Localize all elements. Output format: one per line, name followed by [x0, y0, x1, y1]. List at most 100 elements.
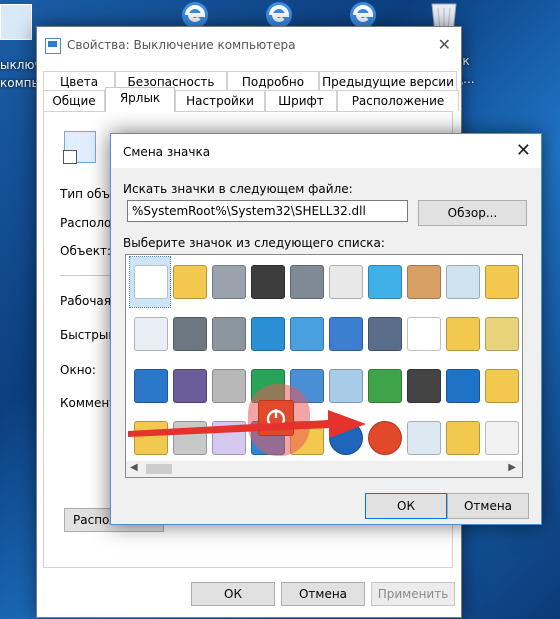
shortcut-arrow-icon: [407, 317, 441, 351]
close-icon[interactable]: ✕: [516, 140, 531, 161]
dialog-titlebar[interactable]: Смена значка ✕: [111, 134, 541, 168]
icon-option-network-drive[interactable]: [208, 309, 248, 359]
scroll-right-icon[interactable]: ▶: [508, 462, 516, 473]
icon-option-power-red[interactable]: [364, 413, 404, 463]
recycle-bin-icon: [407, 421, 441, 455]
icon-option-printer-folder[interactable]: [481, 309, 521, 359]
document-lines-icon: [485, 421, 519, 455]
speaker-shortcut-icon: [407, 369, 441, 403]
properties-ok-button[interactable]: ОК: [191, 582, 275, 606]
browse-button[interactable]: Обзор...: [418, 200, 527, 226]
field-shortcut-key: Быстрый: [60, 328, 117, 342]
icon-option-globe[interactable]: [247, 309, 287, 359]
icon-option-printer[interactable]: [286, 257, 326, 307]
icon-option-drive[interactable]: [208, 257, 248, 307]
scroll-thumb[interactable]: [146, 464, 172, 474]
text-document-icon: [134, 317, 168, 351]
network-drive-icon: [212, 317, 246, 351]
properties-cancel-button[interactable]: Отмена: [281, 582, 365, 606]
tab-font[interactable]: Шрифт: [265, 90, 337, 111]
icon-option-hand[interactable]: [403, 257, 443, 307]
icon-option-folder-shared[interactable]: [442, 309, 482, 359]
folder-doc-icon: [485, 265, 519, 299]
icon-option-recycle-bin[interactable]: [403, 413, 443, 463]
field-comment: Коммент: [60, 396, 117, 410]
blank-document-icon: [134, 265, 168, 299]
printer-icon: [290, 265, 324, 299]
dialog-cancel-button[interactable]: Отмена: [447, 493, 529, 519]
desktop-left-shortcut[interactable]: ыключ компь: [0, 0, 42, 619]
printer-folder-icon: [485, 317, 519, 351]
icon-option-clock-document[interactable]: [325, 257, 365, 307]
clock-document-icon: [329, 265, 363, 299]
properties-titlebar[interactable]: Свойства: Выключение компьютера ✕: [37, 27, 461, 63]
folder-tools-icon: [446, 421, 480, 455]
properties-title: Свойства: Выключение компьютера: [67, 38, 296, 52]
icon-option-monitor-window[interactable]: [364, 257, 404, 307]
icon-option-blank-document[interactable]: [129, 256, 171, 308]
icon-option-floppy[interactable]: [169, 361, 209, 411]
folder-icon: [173, 265, 207, 299]
icon-option-shortcut-arrow[interactable]: [403, 309, 443, 359]
icon-option-network-printer[interactable]: [169, 309, 209, 359]
horizontal-scrollbar[interactable]: ◀ ▶: [126, 461, 522, 477]
icon-option-folder[interactable]: [169, 257, 209, 307]
icon-list[interactable]: ◀ ▶: [125, 254, 523, 478]
icon-option-floppy-shortcut[interactable]: [364, 309, 404, 359]
tab-options[interactable]: Настройки: [175, 90, 265, 111]
tab-layout[interactable]: Расположение: [337, 90, 459, 111]
search-file-label: Искать значки в следующем файле:: [123, 182, 353, 196]
shortcut-large-icon: [63, 131, 96, 164]
icon-option-recycle-bin-full[interactable]: [442, 257, 482, 307]
field-target: Объект:: [60, 244, 111, 258]
network-disconnect-icon: [212, 369, 246, 403]
icon-option-network-monitor[interactable]: [286, 309, 326, 359]
icon-file-path-input[interactable]: [127, 200, 408, 222]
tab-general[interactable]: Общие: [43, 90, 105, 111]
icon-list-label: Выберите значок из следующего списка:: [123, 236, 385, 250]
icon-option-window[interactable]: [130, 361, 170, 411]
icon-option-document-lines[interactable]: [481, 413, 521, 463]
tab-details[interactable]: Подробно: [227, 71, 319, 92]
tabs-row-2: Общие Ярлык Настройки Шрифт Расположение: [43, 87, 459, 112]
field-target-type: Тип объе: [60, 187, 118, 201]
tab-shortcut[interactable]: Ярлык: [105, 87, 175, 112]
monitor-blue-icon: [446, 369, 480, 403]
dialog-title: Смена значка: [123, 145, 211, 159]
field-run: Окно:: [60, 363, 96, 377]
icon-option-text-document[interactable]: [130, 309, 170, 359]
icon-option-monitor-blue[interactable]: [442, 361, 482, 411]
properties-apply-button[interactable]: Применить: [371, 582, 455, 606]
power-red-icon: [368, 421, 402, 455]
globe-icon: [251, 317, 285, 351]
red-arrow-icon: [128, 410, 366, 438]
shortcut-icon: [45, 38, 61, 54]
icon-option-run-arrow[interactable]: [364, 361, 404, 411]
floppy-shortcut-icon: [368, 317, 402, 351]
magnifier-icon: [329, 369, 363, 403]
icon-option-chip[interactable]: [247, 257, 287, 307]
field-start-in: Рабочая: [60, 294, 111, 308]
icon-option-folder-a[interactable]: [481, 361, 521, 411]
run-arrow-icon: [368, 369, 402, 403]
change-icon-dialog: Смена значка ✕ Искать значки в следующем…: [110, 133, 542, 525]
tab-previous-versions[interactable]: Предыдущие версии: [319, 71, 457, 92]
icon-option-network-disconnect[interactable]: [208, 361, 248, 411]
field-target-location: Располо: [60, 216, 112, 230]
icon-option-folder-doc[interactable]: [481, 257, 521, 307]
window-icon: [134, 369, 168, 403]
icon-option-speaker-shortcut[interactable]: [403, 361, 443, 411]
drive-icon: [212, 265, 246, 299]
desktop-shortcut-icon: [0, 4, 32, 40]
folder-shared-icon: [446, 317, 480, 351]
floppy-icon: [173, 369, 207, 403]
dialog-ok-button[interactable]: ОК: [365, 493, 447, 519]
icon-option-control-panel[interactable]: [325, 309, 365, 359]
recycle-bin-full-icon: [446, 265, 480, 299]
icon-option-magnifier[interactable]: [325, 361, 365, 411]
folder-a-icon: [485, 369, 519, 403]
close-icon[interactable]: ✕: [438, 35, 451, 54]
scroll-left-icon[interactable]: ◀: [130, 462, 138, 473]
icon-option-folder-tools[interactable]: [442, 413, 482, 463]
network-printer-icon: [173, 317, 207, 351]
